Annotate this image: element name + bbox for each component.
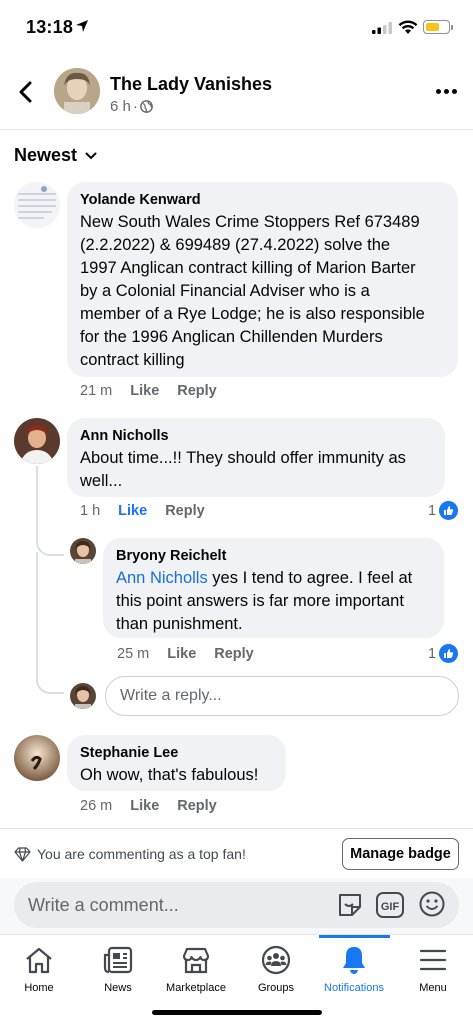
post-age: 6 h <box>110 98 131 115</box>
diamond-icon <box>14 846 31 862</box>
thumbs-up-icon <box>439 644 459 663</box>
nav-menu[interactable]: Menu <box>386 935 473 995</box>
reply-bubble[interactable]: Bryony Reichelt Ann Nicholls yes I tend … <box>103 538 444 638</box>
commenter-name[interactable]: Stephanie Lee <box>80 744 273 762</box>
commenter-avatar[interactable] <box>14 735 60 781</box>
home-icon <box>26 947 52 974</box>
status-bar: 13:18 <box>0 0 473 58</box>
reply-text: Ann Nicholls yes I tend to agree. I feel… <box>116 569 413 633</box>
thread-line <box>36 552 38 664</box>
comment-actions: 21 m Like Reply <box>80 383 217 399</box>
gif-icon[interactable]: GIF <box>375 891 405 919</box>
reply-button[interactable]: Reply <box>165 503 205 519</box>
marketplace-icon <box>182 947 210 974</box>
comment-time: 21 m <box>80 383 113 399</box>
replier-avatar[interactable] <box>70 538 96 564</box>
comment-actions: 1 h Like Reply <box>80 503 205 519</box>
post-meta: 6 h · <box>110 98 153 115</box>
comment-text: About time...!! They should offer immuni… <box>80 449 406 490</box>
thread-connector <box>36 520 64 556</box>
comment-time: 26 m <box>80 798 113 814</box>
comment-placeholder: Write a comment... <box>28 895 179 915</box>
top-fan-notice: You are commenting as a top fan! <box>14 846 246 862</box>
page-avatar[interactable] <box>54 68 100 114</box>
comment-actions: 26 m Like Reply <box>80 798 217 814</box>
nav-label: Home <box>24 982 54 994</box>
sticker-icon[interactable] <box>335 890 365 920</box>
thumbs-up-icon <box>439 501 459 520</box>
like-button[interactable]: Like <box>118 503 147 519</box>
emoji-icon[interactable] <box>418 890 446 918</box>
commenter-name[interactable]: Yolande Kenward <box>80 191 445 209</box>
sort-label: Newest <box>14 145 78 165</box>
home-indicator <box>152 1010 322 1015</box>
manage-badge-button[interactable]: Manage badge <box>342 838 459 870</box>
reply-input[interactable]: Write a reply... <box>105 676 459 716</box>
status-time: 13:18 <box>26 17 74 37</box>
replier-name[interactable]: Bryony Reichelt <box>116 547 431 565</box>
reaction-count[interactable]: 1 <box>428 644 459 663</box>
comment-bubble[interactable]: Yolande Kenward New South Wales Crime St… <box>67 182 458 377</box>
battery-icon <box>423 20 450 34</box>
reply-button[interactable]: Reply <box>177 798 217 814</box>
top-fan-bar: You are commenting as a top fan! Manage … <box>0 828 473 878</box>
reply-button[interactable]: Reply <box>177 383 217 399</box>
mention-link[interactable]: Ann Nicholls <box>116 569 208 587</box>
thread-connector <box>36 660 64 694</box>
comment-time: 1 h <box>80 503 101 519</box>
location-arrow-icon <box>76 20 88 32</box>
page-title[interactable]: The Lady Vanishes <box>110 74 272 95</box>
reaction-count[interactable]: 1 <box>428 501 459 520</box>
comment-composer-bar: Write a comment... GIF <box>0 878 473 934</box>
nav-label: Marketplace <box>166 982 226 994</box>
reply-button[interactable]: Reply <box>214 646 254 662</box>
comment-text: New South Wales Crime Stoppers Ref 67348… <box>80 213 425 369</box>
reply-actions: 25 m Like Reply <box>117 646 254 662</box>
chevron-down-icon <box>85 152 97 159</box>
commenter-avatar[interactable] <box>14 182 60 228</box>
comment-bubble[interactable]: Ann Nicholls About time...!! They should… <box>67 418 445 497</box>
like-button[interactable]: Like <box>167 646 196 662</box>
nav-label: Groups <box>257 982 295 994</box>
comment-text: Oh wow, that's fabulous! <box>80 766 259 784</box>
svg-text:GIF: GIF <box>381 901 400 913</box>
thread-line <box>36 466 38 526</box>
commenter-avatar[interactable] <box>14 418 60 464</box>
commenter-name[interactable]: Ann Nicholls <box>80 427 432 445</box>
menu-icon <box>419 949 447 971</box>
post-header: The Lady Vanishes 6 h · <box>0 58 473 130</box>
back-arrow-icon[interactable] <box>16 80 36 104</box>
nav-label: Notifications <box>324 982 384 994</box>
sort-dropdown[interactable]: Newest <box>14 145 97 166</box>
like-button[interactable]: Like <box>130 383 159 399</box>
reply-time: 25 m <box>117 646 150 662</box>
comment-input[interactable]: Write a comment... GIF <box>14 882 459 928</box>
comment-bubble[interactable]: Stephanie Lee Oh wow, that's fabulous! <box>67 735 286 791</box>
wifi-icon <box>398 20 418 34</box>
bell-icon <box>343 947 365 974</box>
my-avatar <box>70 683 96 709</box>
meta-separator: · <box>132 98 138 115</box>
nav-label: Menu <box>419 982 447 994</box>
cellular-signal-icon <box>372 22 392 34</box>
more-options-icon[interactable] <box>436 89 457 94</box>
globe-icon <box>139 100 153 113</box>
like-button[interactable]: Like <box>130 798 159 814</box>
news-icon <box>103 946 133 974</box>
nav-label: News <box>104 982 132 994</box>
groups-icon <box>261 945 291 975</box>
